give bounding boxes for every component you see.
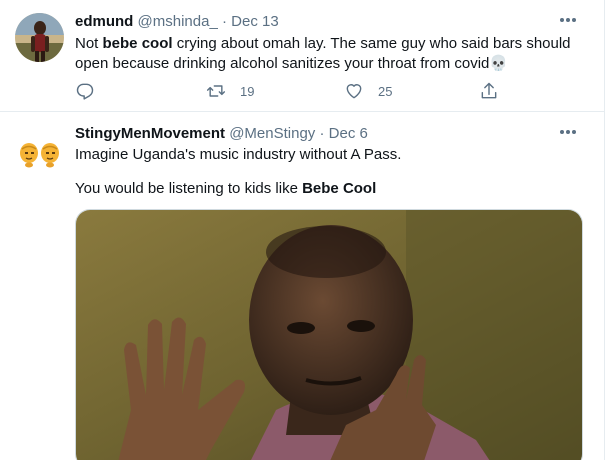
tweet-text-part: Not — [75, 35, 103, 52]
like-button[interactable]: 25 — [343, 80, 392, 102]
more-icon[interactable] — [556, 122, 580, 142]
tweet-date[interactable]: Dec 13 — [231, 13, 279, 30]
tweet-text-bold: Bebe Cool — [302, 180, 377, 197]
avatar[interactable] — [15, 13, 64, 62]
tweet-actions: 19 25 — [75, 80, 505, 102]
more-icon[interactable] — [556, 10, 580, 30]
like-count: 25 — [378, 83, 393, 99]
tweet-date[interactable]: Dec 6 — [329, 125, 368, 142]
tweet-header: StingyMenMovement @MenStingy · Dec 6 — [75, 124, 368, 144]
tweet-text-line: You would be listening to kids like Bebe… — [75, 179, 585, 199]
tweet-text-line: Imagine Uganda's music industry without … — [75, 146, 402, 163]
user-handle[interactable]: @MenStingy — [229, 125, 315, 142]
retweet-button[interactable]: 19 — [205, 80, 254, 102]
tweet-stingymenmovement[interactable]: StingyMenMovement @MenStingy · Dec 6 Ima… — [0, 112, 604, 460]
share-button[interactable] — [479, 80, 499, 102]
reply-icon — [76, 83, 94, 100]
user-handle[interactable]: @mshinda_ — [138, 13, 218, 30]
tweet-photo[interactable] — [75, 209, 583, 460]
tweet-text-part: You would be listening to kids like — [75, 180, 303, 197]
separator: · — [319, 125, 325, 142]
tweet-edmund[interactable]: edmund @mshinda_ · Dec 13 Not bebe cool … — [0, 0, 604, 111]
tweet-text-bold: bebe cool — [102, 35, 173, 52]
share-icon — [481, 82, 497, 99]
display-name[interactable]: edmund — [75, 13, 133, 30]
reply-button[interactable] — [75, 80, 95, 102]
avatar[interactable] — [15, 125, 64, 174]
retweet-count: 19 — [240, 83, 255, 99]
tweet-text: Not bebe cool crying about omah lay. The… — [75, 34, 585, 74]
heart-icon — [346, 84, 362, 99]
retweet-icon — [206, 85, 226, 97]
display-name[interactable]: StingyMenMovement — [75, 125, 225, 142]
tweet-header: edmund @mshinda_ · Dec 13 — [75, 12, 279, 32]
separator: · — [221, 13, 227, 30]
